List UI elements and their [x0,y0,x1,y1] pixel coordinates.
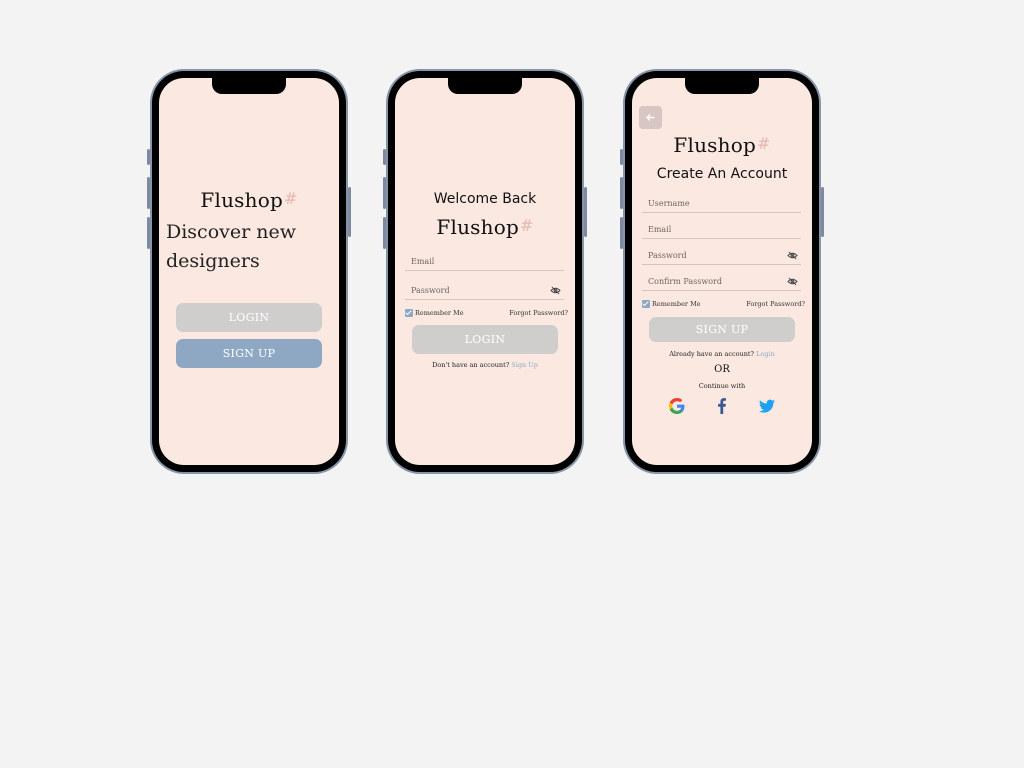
signup-button[interactable]: SIGN UP [176,339,322,368]
email-label: Email [411,257,435,266]
landing-tagline: Discover new designers [166,221,296,272]
phone-login: Welcome Back Flushop# Email Password Rem… [383,69,587,474]
signup-button[interactable]: SIGN UP [649,317,795,342]
forgot-password-link[interactable]: Forgot Password? [746,300,805,308]
side-button [383,177,386,209]
phone-notch [685,78,759,94]
side-button [620,177,623,209]
remember-checkbox[interactable] [405,309,413,317]
phone-bezel: Welcome Back Flushop# Email Password Rem… [388,71,582,472]
arrow-left-icon [646,114,655,121]
brand-mark: # [519,216,534,235]
side-button [383,217,386,249]
eye-off-icon[interactable] [550,286,561,295]
remember-checkbox[interactable] [642,300,650,308]
side-button [147,177,150,209]
brand-name: Flushop [200,188,283,212]
brand-logo: Flushop# [632,133,812,157]
remember-label: Remember Me [652,300,701,308]
remember-label: Remember Me [415,309,464,317]
phone-signup: Flushop# Create An Account Username Emai… [620,69,824,474]
username-field[interactable]: Username [642,190,801,213]
phone-bezel: Flushop# Create An Account Username Emai… [625,71,819,472]
email-label: Email [648,225,672,234]
username-label: Username [648,199,690,208]
login-button[interactable]: LOGIN [412,325,558,354]
side-button [147,217,150,249]
password-field[interactable]: Password [642,242,801,265]
mockup-canvas: Flushop# Discover new designers LOGIN SI… [0,0,1024,768]
phone-bezel: Flushop# Discover new designers LOGIN SI… [152,71,346,472]
signup-screen: Flushop# Create An Account Username Emai… [632,78,812,465]
phone-notch [212,78,286,94]
have-account-text: Already have an account? [669,350,755,358]
landing-screen: Flushop# Discover new designers LOGIN SI… [159,78,339,465]
brand-name: Flushop [673,133,756,157]
confirm-password-label: Confirm Password [648,277,722,286]
phone-notch [448,78,522,94]
side-button [821,187,824,237]
brand-name: Flushop [436,215,519,239]
login-button[interactable]: LOGIN [176,303,322,332]
twitter-icon[interactable] [758,397,776,415]
confirm-password-field[interactable]: Confirm Password [642,268,801,291]
continue-with-text: Continue with [698,382,746,390]
login-options-row: Remember Me Forgot Password? [405,309,568,319]
signup-prompt: Don't have an account? Sign Up [395,361,575,369]
create-account-heading: Create An Account [656,166,788,182]
side-button [383,149,386,165]
no-account-text: Don't have an account? [432,361,510,369]
facebook-icon[interactable] [713,397,731,415]
signup-link[interactable]: Sign Up [511,361,538,369]
signup-options-row: Remember Me Forgot Password? [642,300,805,310]
password-label: Password [411,286,450,295]
eye-off-icon[interactable] [787,277,798,286]
or-divider: OR [714,364,730,375]
brand-logo: Flushop# [395,215,575,239]
side-button [620,217,623,249]
forgot-password-link[interactable]: Forgot Password? [509,309,568,317]
login-link[interactable]: Login [756,350,775,358]
back-button[interactable] [639,106,662,129]
phone-landing: Flushop# Discover new designers LOGIN SI… [147,69,351,474]
brand-mark: # [283,189,298,208]
side-button [147,149,150,165]
email-field[interactable]: Email [405,248,564,271]
eye-off-icon[interactable] [787,251,798,260]
brand-logo: Flushop# [159,188,339,212]
password-label: Password [648,251,687,260]
google-icon[interactable] [668,397,686,415]
brand-mark: # [756,134,771,153]
login-prompt: Already have an account? Login [632,350,812,358]
login-screen: Welcome Back Flushop# Email Password Rem… [395,78,575,465]
side-button [620,149,623,165]
side-button [348,187,351,237]
welcome-heading: Welcome Back [433,191,537,207]
side-button [584,187,587,237]
email-field[interactable]: Email [642,216,801,239]
password-field[interactable]: Password [405,277,564,300]
